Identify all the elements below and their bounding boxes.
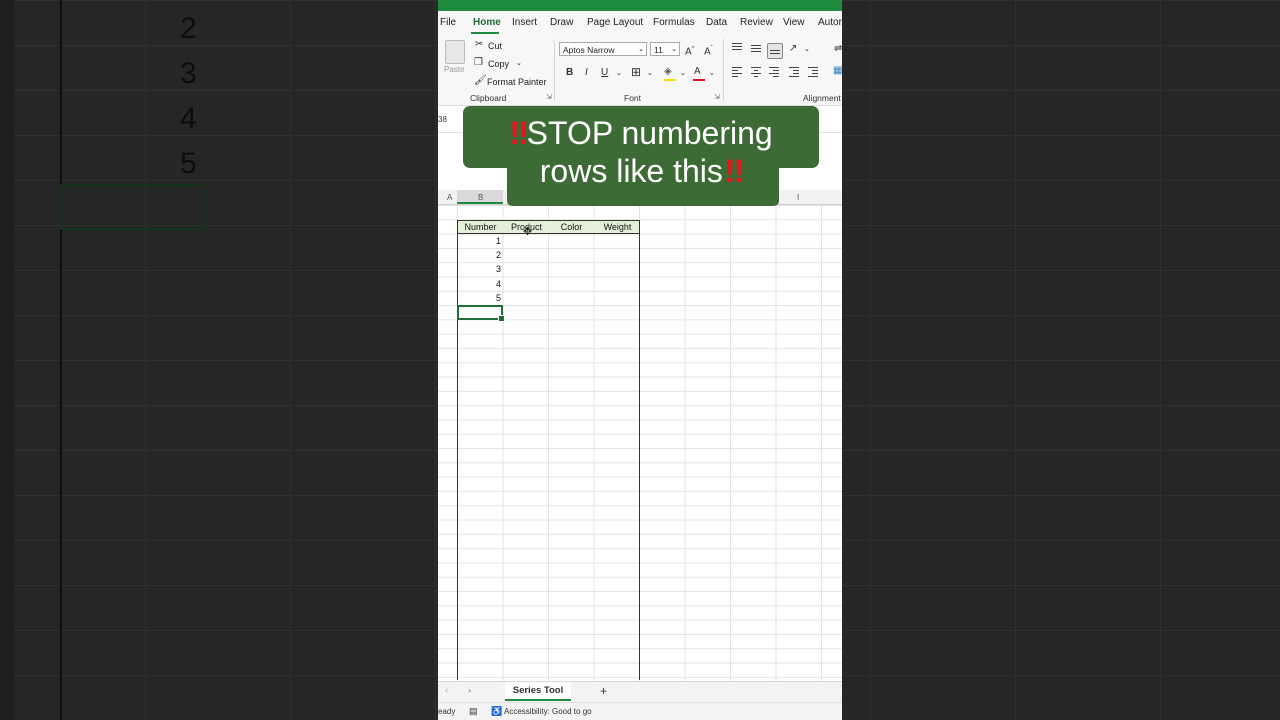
wrap-text-icon[interactable]: ⇌: [834, 43, 842, 55]
copy-icon: ❐: [474, 57, 483, 68]
paste-button-label[interactable]: Paste: [444, 65, 464, 74]
table-header-row: Number Product Color Weight: [457, 220, 640, 234]
number-cell[interactable]: 2: [477, 250, 501, 260]
header-cell-color[interactable]: Color: [549, 222, 594, 232]
tab-page-layout[interactable]: Page Layout: [587, 17, 643, 28]
tab-draw[interactable]: Draw: [550, 17, 573, 28]
align-center-icon[interactable]: [749, 65, 763, 79]
prev-sheet-icon[interactable]: ‹: [445, 685, 448, 696]
paintbrush-icon: 🖌: [474, 75, 487, 86]
video-caption: ‼ STOP numbering rows like this‼: [463, 106, 819, 206]
status-ready: eady: [438, 707, 456, 716]
font-color-dropdown-chevron-icon[interactable]: ⌄: [709, 69, 715, 77]
font-size-value: 11: [654, 45, 663, 55]
sheet-tab-series-tool[interactable]: Series Tool: [505, 682, 571, 701]
tab-review[interactable]: Review: [740, 17, 773, 28]
tab-automate[interactable]: Autom: [818, 17, 842, 28]
cut-button[interactable]: Cut: [488, 41, 502, 51]
number-cell[interactable]: 5: [477, 293, 501, 303]
fill-color-dropdown-chevron-icon[interactable]: ⌄: [680, 69, 686, 77]
font-color-icon[interactable]: A: [694, 66, 701, 78]
ribbon: Paste ✂ Cut ❐ Copy ⌄ 🖌 Format Painter Cl…: [438, 35, 842, 106]
status-bar: eady ▤ ♿ Accessibility: Good to go: [438, 702, 842, 720]
tab-insert[interactable]: Insert: [512, 17, 537, 28]
column-header-a[interactable]: A: [447, 193, 452, 202]
header-cell-number[interactable]: Number: [458, 222, 503, 232]
font-launcher-icon[interactable]: ⇲: [714, 93, 720, 101]
active-cell[interactable]: [457, 305, 505, 322]
borders-icon[interactable]: ⊞: [631, 66, 641, 78]
macro-recording-icon[interactable]: ▤: [469, 706, 478, 717]
sheet-tabs-bar: ‹ › Series Tool +: [438, 681, 842, 703]
copy-button[interactable]: Copy: [488, 59, 509, 69]
fill-handle[interactable]: [498, 315, 505, 322]
font-size-select[interactable]: 11 ⌄: [650, 42, 680, 56]
ribbon-tabs: File Home Insert Draw Page Layout Formul…: [438, 11, 842, 35]
add-sheet-button[interactable]: +: [600, 684, 607, 698]
scissors-icon: ✂: [475, 39, 484, 50]
font-color-swatch: [693, 79, 705, 81]
ribbon-separator: [554, 39, 555, 101]
title-bar: [438, 0, 842, 11]
header-cell-weight[interactable]: Weight: [595, 222, 640, 232]
copy-dropdown-chevron-icon[interactable]: ⌄: [516, 59, 522, 67]
bold-button[interactable]: B: [566, 67, 573, 79]
orientation-icon[interactable]: ↗: [789, 43, 797, 55]
caption-line-1: ‼ STOP numbering: [463, 114, 819, 152]
number-cell[interactable]: 3: [477, 264, 501, 274]
clipboard-launcher-icon[interactable]: ⇲: [546, 93, 552, 101]
borders-dropdown-chevron-icon[interactable]: ⌄: [647, 69, 653, 77]
data-table: [457, 220, 640, 680]
mouse-cursor-icon: ✥: [523, 226, 533, 238]
caption-line-1-text: STOP numbering: [526, 115, 773, 151]
active-tab-indicator: [471, 32, 499, 34]
caption-line-2-text: rows like this: [539, 153, 723, 189]
underline-dropdown-chevron-icon[interactable]: ⌄: [616, 69, 622, 77]
orientation-dropdown-chevron-icon[interactable]: ⌄: [804, 45, 810, 53]
merge-center-icon[interactable]: ▦: [833, 65, 842, 77]
tab-view[interactable]: View: [783, 17, 805, 28]
increase-font-size-icon[interactable]: A^: [685, 43, 695, 58]
ribbon-separator: [723, 39, 724, 101]
underline-button[interactable]: U: [601, 67, 608, 79]
chevron-down-icon: ⌄: [638, 46, 644, 53]
align-top-icon[interactable]: [730, 41, 744, 55]
increase-indent-icon[interactable]: [806, 65, 820, 79]
italic-button[interactable]: I: [585, 67, 588, 79]
tab-data[interactable]: Data: [706, 17, 727, 28]
tab-formulas[interactable]: Formulas: [653, 17, 695, 28]
font-name-value: Aptos Narrow: [563, 45, 615, 55]
alignment-group-label: Alignment: [803, 93, 841, 103]
next-sheet-icon[interactable]: ›: [468, 685, 471, 696]
tab-file[interactable]: File: [440, 17, 456, 28]
format-painter-button[interactable]: Format Painter: [487, 77, 547, 87]
number-cell[interactable]: 4: [477, 279, 501, 289]
align-right-icon[interactable]: [767, 65, 781, 79]
accessibility-icon[interactable]: ♿: [491, 706, 502, 717]
font-name-select[interactable]: Aptos Narrow ⌄: [559, 42, 647, 56]
align-left-icon[interactable]: [730, 65, 744, 79]
tab-home[interactable]: Home: [473, 17, 501, 28]
double-exclamation-icon: ‼: [509, 115, 528, 151]
clipboard-group-label: Clipboard: [470, 93, 507, 103]
fill-color-icon[interactable]: ◈: [664, 66, 672, 78]
decrease-font-size-icon[interactable]: Aˇ: [704, 43, 713, 58]
decrease-indent-icon[interactable]: [787, 65, 801, 79]
number-cell[interactable]: 1: [477, 236, 501, 246]
chevron-down-icon: ⌄: [671, 46, 677, 53]
align-middle-icon[interactable]: [749, 43, 763, 57]
accessibility-status[interactable]: Accessibility: Good to go: [504, 707, 592, 716]
caption-text: ‼ STOP numbering rows like this‼: [463, 114, 819, 190]
double-exclamation-icon: ‼: [724, 153, 744, 189]
align-bottom-icon[interactable]: [767, 43, 783, 59]
paste-icon[interactable]: [445, 40, 465, 64]
caption-line-2: rows like this‼: [463, 152, 819, 190]
name-box[interactable]: 38: [438, 115, 447, 124]
fill-color-swatch: [664, 79, 676, 81]
font-group-label: Font: [624, 93, 642, 103]
